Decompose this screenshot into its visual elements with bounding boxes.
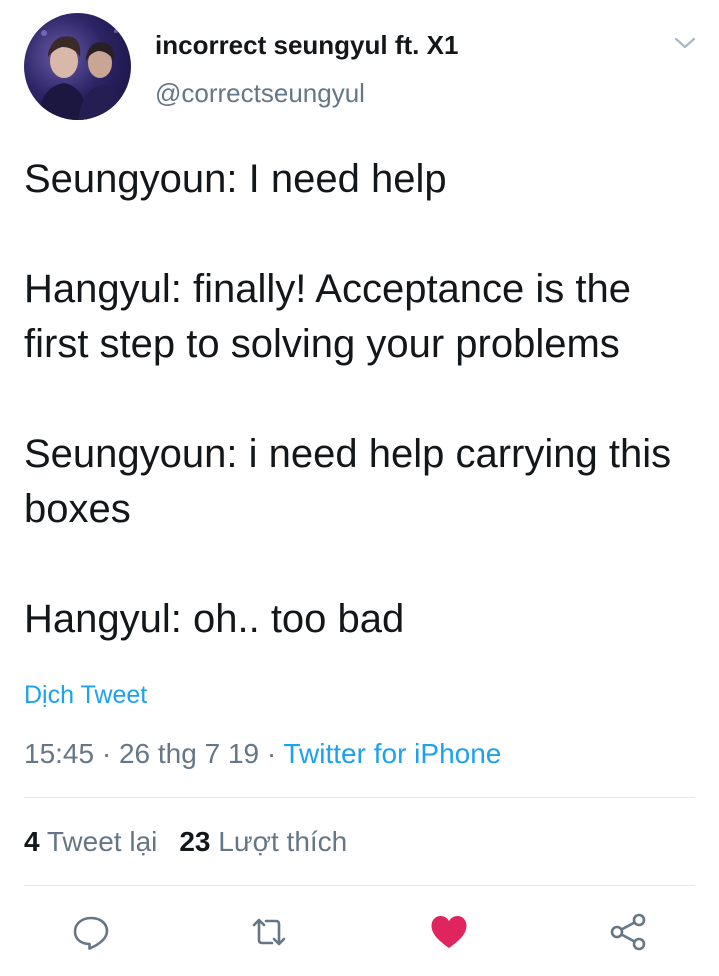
like-stat[interactable]: 23 Lượt thích — [179, 826, 347, 857]
share-icon[interactable] — [608, 912, 648, 952]
divider — [24, 885, 695, 886]
tweet-paragraph: Seungyoun: I need help — [24, 157, 447, 201]
avatar-image — [38, 29, 124, 120]
tweet-paragraph: Seungyoun: i need help carrying this box… — [24, 432, 672, 531]
like-label: Lượt thích — [218, 826, 348, 857]
avatar[interactable] — [24, 13, 131, 120]
separator: · — [259, 738, 284, 769]
separator: · — [94, 738, 119, 769]
tweet-paragraph: Hangyul: finally! Acceptance is the firs… — [24, 267, 632, 366]
tweet-stats: 4 Tweet lại 23 Lượt thích — [24, 825, 347, 859]
display-name[interactable]: incorrect seungyul ft. X1 — [155, 30, 458, 60]
tweet-metadata: 15:45 · 26 thg 7 19 · Twitter for iPhone — [24, 737, 501, 771]
tweet-source-link[interactable]: Twitter for iPhone — [283, 738, 501, 769]
translate-tweet-link[interactable]: Dịch Tweet — [24, 680, 147, 710]
retweet-count: 4 — [24, 826, 40, 857]
divider — [24, 797, 695, 798]
heart-icon[interactable] — [429, 912, 469, 952]
like-count: 23 — [179, 826, 211, 857]
chevron-down-icon[interactable] — [672, 30, 698, 56]
tweet-time: 15:45 — [24, 738, 95, 769]
tweet-paragraph: Hangyul: oh.. too bad — [24, 597, 405, 641]
tweet-detail: incorrect seungyul ft. X1 @correctseungy… — [0, 0, 719, 976]
tweet-date: 26 thg 7 19 — [118, 738, 260, 769]
reply-icon[interactable] — [71, 912, 111, 952]
user-handle[interactable]: @correctseungyul — [155, 78, 365, 108]
retweet-label: Tweet lại — [46, 826, 158, 857]
retweet-icon[interactable] — [249, 912, 289, 952]
tweet-text: Seungyoun: I need help Hangyul: finally!… — [24, 152, 704, 647]
retweet-stat[interactable]: 4 Tweet lại — [24, 826, 157, 857]
